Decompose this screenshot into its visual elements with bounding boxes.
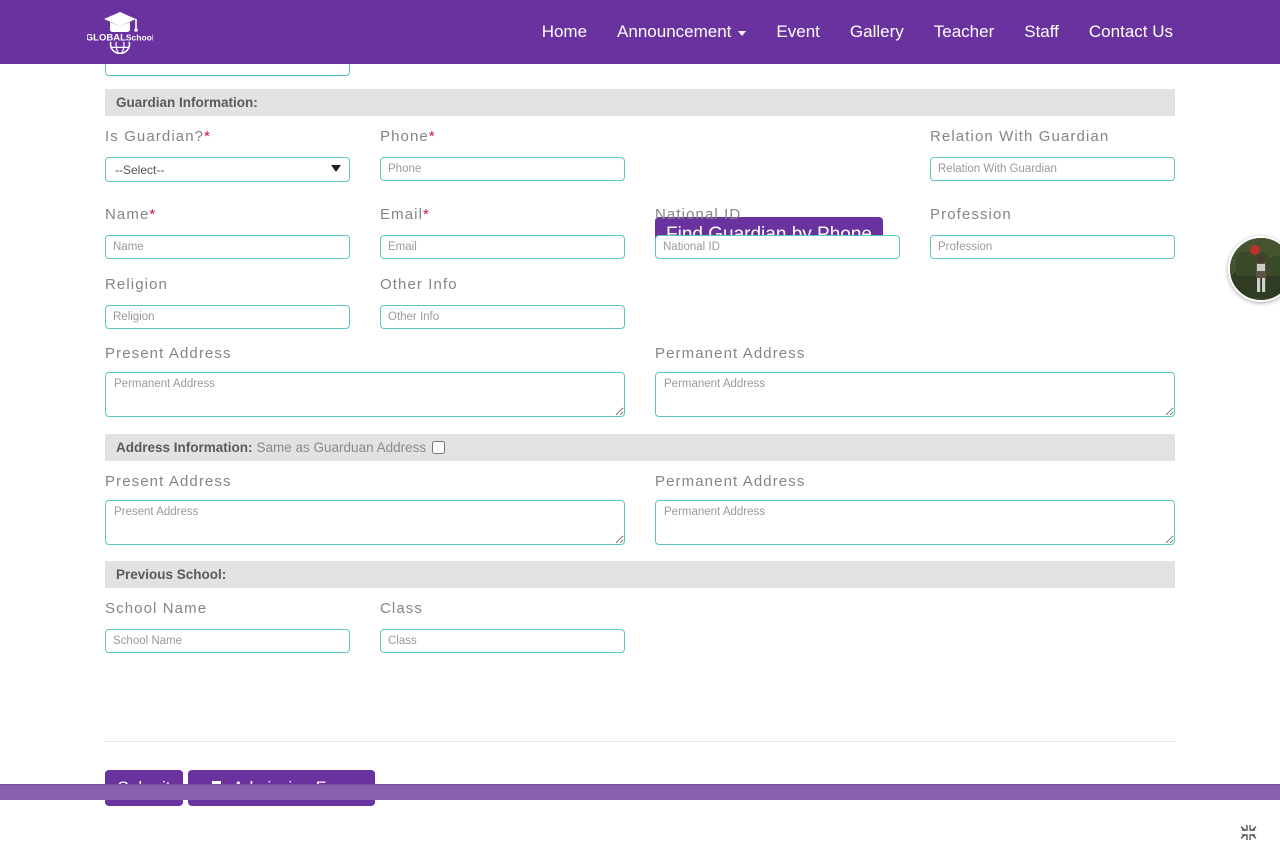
footer-bar <box>0 784 1280 800</box>
input-national-id[interactable] <box>655 235 900 259</box>
label-profession: Profession <box>930 206 1012 223</box>
label-other-info-text: Other Info <box>380 276 458 293</box>
select-is-guardian[interactable]: --Select-- <box>105 157 350 182</box>
label-student-permanent-address: Permanent Address <box>655 473 805 490</box>
nav-item-teacher[interactable]: Teacher <box>919 0 1009 64</box>
logo-text-secondary: School <box>126 32 153 42</box>
nav-item-announcement[interactable]: Announcement <box>602 0 761 64</box>
section-header-address-information: Address Information: Same as Guarduan Ad… <box>105 434 1175 461</box>
textarea-guardian-present-address[interactable] <box>105 372 625 417</box>
nav-item-staff[interactable]: Staff <box>1009 0 1074 64</box>
label-phone-text: Phone <box>380 128 429 145</box>
required-asterisk: * <box>423 206 429 223</box>
nav-item-gallery[interactable]: Gallery <box>835 0 919 64</box>
label-other-info: Other Info <box>380 276 458 293</box>
label-school-name: School Name <box>105 600 207 617</box>
section-header-previous-school: Previous School: <box>105 561 1175 588</box>
input-phone[interactable] <box>380 157 625 181</box>
input-email[interactable] <box>380 235 625 259</box>
nav-item-event[interactable]: Event <box>761 0 834 64</box>
textarea-guardian-permanent-address[interactable] <box>655 372 1175 417</box>
label-relation-with-guardian: Relation With Guardian <box>930 128 1109 145</box>
section-title-previous-school: Previous School: <box>116 567 227 582</box>
nav-label-teacher: Teacher <box>933 22 995 41</box>
label-guardian-present-address-text: Present Address <box>105 345 232 362</box>
user-photo-avatar-icon <box>1230 238 1280 300</box>
label-student-permanent-address-text: Permanent Address <box>655 473 806 490</box>
required-asterisk: * <box>149 206 156 223</box>
textarea-student-present-address[interactable] <box>105 500 625 545</box>
label-guardian-permanent-address: Permanent Address <box>655 345 805 362</box>
nav-label-announcement: Announcement <box>617 22 732 41</box>
required-asterisk: * <box>204 128 210 145</box>
label-profession-text: Profession <box>930 206 1012 223</box>
svg-text:GLOBALSchool: GLOBALSchool <box>87 32 153 43</box>
nav-label-event: Event <box>776 22 820 41</box>
label-phone: Phone* <box>380 128 435 145</box>
input-profession[interactable] <box>930 235 1175 259</box>
label-guardian-permanent-address-text: Permanent Address <box>655 345 806 362</box>
label-is-guardian: Is Guardian?* <box>105 128 210 145</box>
input-class[interactable] <box>380 629 625 653</box>
nav-label-contact-us: Contact Us <box>1088 22 1173 41</box>
site-header: GLOBALSchool Home Announcement Event Gal… <box>0 0 1280 64</box>
logo-text-primary: GLOBAL <box>87 32 126 43</box>
label-is-guardian-text: Is Guardian? <box>105 128 205 145</box>
compress-arrows-icon[interactable] <box>1240 824 1257 841</box>
select-is-guardian-wrapper: --Select-- <box>105 157 350 182</box>
textarea-student-permanent-address[interactable] <box>655 500 1175 545</box>
label-class-text: Class <box>380 600 424 617</box>
label-student-present-address: Present Address <box>105 473 232 490</box>
label-school-name-text: School Name <box>105 600 208 617</box>
nav-label-staff: Staff <box>1024 22 1059 41</box>
site-logo[interactable]: GLOBALSchool <box>84 6 156 56</box>
nav-label-home: Home <box>541 22 588 41</box>
same-as-guardian-address-checkbox[interactable] <box>432 441 446 454</box>
label-national-id-text: National ID <box>655 206 742 223</box>
input-other-info[interactable] <box>380 305 625 329</box>
label-guardian-present-address: Present Address <box>105 345 232 362</box>
label-national-id: National ID <box>655 206 741 223</box>
section-title-address: Address Information: <box>116 440 253 455</box>
section-header-guardian-information: Guardian Information: <box>105 89 1175 116</box>
chevron-down-icon <box>738 31 747 36</box>
input-relation-with-guardian[interactable] <box>930 157 1175 181</box>
avatar[interactable] <box>1228 236 1280 302</box>
nav-item-contact-us[interactable]: Contact Us <box>1074 0 1188 64</box>
input-religion[interactable] <box>105 305 350 329</box>
section-title-guardian: Guardian Information: <box>116 95 258 110</box>
main-navigation: Home Announcement Event Gallery Teacher … <box>527 0 1188 64</box>
label-name: Name* <box>105 206 155 223</box>
required-asterisk: * <box>428 128 435 145</box>
label-email-text: Email <box>380 206 424 223</box>
page-body: Guardian Information: Is Guardian?* --Se… <box>0 52 1280 840</box>
form-divider <box>105 741 1175 742</box>
same-as-guardian-address-label: Same as Guarduan Address <box>256 440 427 455</box>
graduation-cap-globe-logo-icon: GLOBALSchool <box>87 8 153 54</box>
nav-label-gallery: Gallery <box>849 22 904 41</box>
input-school-name[interactable] <box>105 629 350 653</box>
label-class: Class <box>380 600 423 617</box>
label-religion-text: Religion <box>105 276 168 293</box>
label-relation-text: Relation With Guardian <box>930 128 1110 145</box>
label-religion: Religion <box>105 276 168 293</box>
label-student-present-address-text: Present Address <box>105 473 232 490</box>
nav-item-home[interactable]: Home <box>527 0 602 64</box>
input-guardian-name[interactable] <box>105 235 350 259</box>
label-email: Email* <box>380 206 429 223</box>
label-name-text: Name <box>105 206 150 223</box>
